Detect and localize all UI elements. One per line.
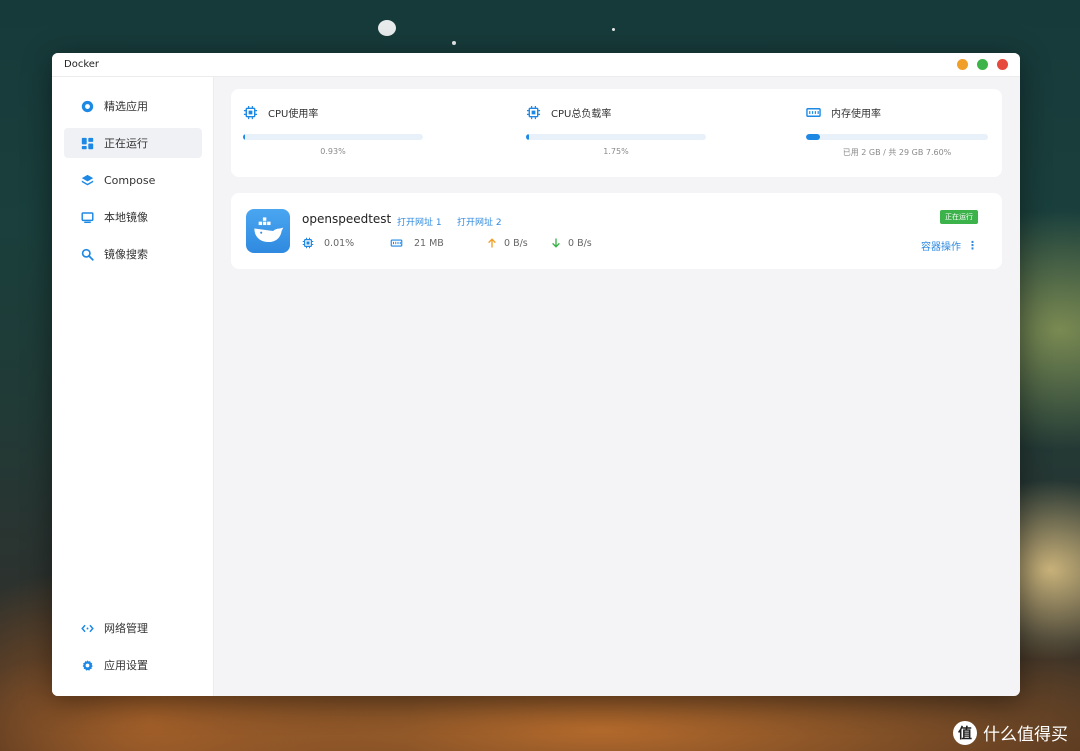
- background-bokeh: [452, 41, 456, 45]
- sidebar-item-label: 镜像搜索: [104, 248, 148, 261]
- more-vertical-icon: ⋮: [967, 239, 978, 252]
- watermark-logo: 值: [953, 720, 977, 745]
- cpu-usage-bar-fill: [243, 134, 245, 140]
- container-memory-value: 21 MB: [414, 237, 444, 249]
- container-cpu-value: 0.01%: [324, 237, 355, 249]
- container-name: openspeedtest: [302, 212, 392, 226]
- memory-bar: [806, 134, 988, 140]
- gear-icon: [80, 658, 94, 672]
- compass-icon: [80, 99, 94, 113]
- close-button[interactable]: [997, 59, 1008, 70]
- container-cpu-metric: 0.01%: [302, 237, 354, 249]
- watermark-text: 什么值得买: [983, 725, 1068, 745]
- system-stats-card: CPU使用率 0.93% CPU总负载率 1.75% 内存使用率 已用 2 GB…: [231, 89, 1002, 177]
- sidebar-item-network[interactable]: 网络管理: [64, 613, 202, 643]
- open-url-1-link[interactable]: 打开网址 1: [397, 215, 442, 228]
- sidebar-item-label: 精选应用: [104, 100, 148, 113]
- cpu-usage-bar: [243, 134, 423, 140]
- container-download-value: 0 B/s: [568, 237, 592, 249]
- background-bokeh: [378, 20, 396, 36]
- container-download-metric: 0 B/s: [550, 237, 592, 249]
- background-bokeh: [612, 28, 615, 31]
- title-bar: Docker: [52, 53, 1020, 77]
- cpu-usage-stat: CPU使用率 0.93%: [243, 105, 443, 156]
- search-icon: [80, 247, 94, 261]
- sidebar-item-running[interactable]: 正在运行: [64, 128, 202, 158]
- arrow-down-icon: [552, 238, 560, 248]
- sidebar-item-label: 应用设置: [104, 659, 148, 672]
- open-url-2-link[interactable]: 打开网址 2: [457, 215, 502, 228]
- container-memory-metric: 21 MB: [389, 237, 444, 249]
- memory-icon: [390, 239, 403, 247]
- cpu-load-stat: CPU总负载率 1.75%: [526, 105, 726, 156]
- main-content: CPU使用率 0.93% CPU总负载率 1.75% 内存使用率 已用 2 GB…: [215, 77, 1020, 696]
- memory-icon: [806, 108, 821, 117]
- cpu-load-label: CPU总负载率: [551, 109, 612, 120]
- sidebar-item-label: 本地镜像: [104, 211, 148, 224]
- network-icon: [80, 621, 94, 635]
- cpu-chip-icon: [302, 237, 314, 249]
- window-controls: [957, 59, 1008, 70]
- site-watermark: 值 什么值得买: [953, 720, 1068, 745]
- sidebar-item-label: 正在运行: [104, 137, 148, 150]
- cpu-usage-value: 0.93%: [320, 147, 346, 156]
- whale-app-icon: [246, 209, 290, 253]
- sidebar-item-label: Compose: [104, 173, 156, 187]
- memory-bar-fill: [806, 134, 820, 140]
- docker-window: Docker 精选应用 正在运行 Compose 本地镜像 镜像搜索 网络管理 …: [52, 53, 1020, 696]
- memory-label: 内存使用率: [831, 109, 881, 120]
- maximize-button[interactable]: [977, 59, 988, 70]
- cpu-usage-label: CPU使用率: [268, 109, 319, 120]
- sidebar-item-image-search[interactable]: 镜像搜索: [64, 239, 202, 269]
- sidebar: 精选应用 正在运行 Compose 本地镜像 镜像搜索 网络管理 应用设置: [52, 77, 214, 696]
- sidebar-item-local-images[interactable]: 本地镜像: [64, 202, 202, 232]
- container-upload-value: 0 B/s: [504, 237, 528, 249]
- dashboard-icon: [80, 136, 94, 150]
- sidebar-item-settings[interactable]: 应用设置: [64, 650, 202, 680]
- layers-icon: [80, 173, 94, 187]
- memory-stat: 内存使用率 已用 2 GB / 共 29 GB 7.60%: [806, 105, 1006, 158]
- sidebar-item-compose[interactable]: Compose: [64, 165, 202, 195]
- monitor-icon: [80, 210, 94, 224]
- cpu-load-bar-fill: [526, 134, 530, 140]
- cpu-load-bar: [526, 134, 706, 140]
- window-title: Docker: [64, 59, 100, 70]
- minimize-button[interactable]: [957, 59, 968, 70]
- arrow-up-icon: [488, 238, 496, 248]
- container-card[interactable]: openspeedtest 打开网址 1 打开网址 2 0.01% 21 MB …: [231, 193, 1002, 269]
- sidebar-item-featured-apps[interactable]: 精选应用: [64, 91, 202, 121]
- sidebar-item-label: 网络管理: [104, 622, 148, 635]
- container-ops-label: 容器操作: [921, 242, 961, 253]
- container-ops-button[interactable]: 容器操作 ⋮: [921, 238, 978, 253]
- status-badge: 正在运行: [940, 210, 978, 224]
- memory-value: 已用 2 GB / 共 29 GB 7.60%: [842, 148, 952, 157]
- cpu-chip-icon: [526, 105, 541, 120]
- cpu-chip-icon: [243, 105, 258, 120]
- cpu-load-value: 1.75%: [603, 147, 629, 156]
- container-upload-metric: 0 B/s: [486, 237, 528, 249]
